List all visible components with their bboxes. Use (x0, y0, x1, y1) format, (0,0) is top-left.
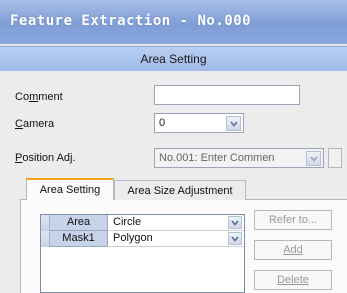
mask-shape-value: Polygon (113, 232, 153, 244)
title-bar[interactable]: Feature Extraction - No.000 (0, 0, 347, 44)
camera-label: Camera (15, 118, 55, 130)
area-name-cell: Area (50, 215, 108, 231)
position-adj-select[interactable]: No.001: Enter Commen (154, 148, 324, 168)
row-header[interactable] (41, 231, 50, 247)
row-header[interactable] (41, 215, 50, 231)
mask-name-cell: Mask1 (50, 231, 108, 247)
comment-label: Comment (15, 91, 63, 103)
chevron-down-icon[interactable] (228, 232, 242, 245)
table-row[interactable]: Mask1 Polygon (41, 231, 244, 247)
refer-to-button[interactable]: Refer to... (254, 210, 332, 230)
chevron-down-icon[interactable] (228, 216, 242, 229)
camera-select[interactable]: 0 (154, 113, 244, 133)
window-title: Feature Extraction - No.000 (10, 13, 252, 29)
section-header: Area Setting (0, 46, 347, 72)
tab-area-setting[interactable]: Area Setting (26, 178, 114, 200)
area-shape-select[interactable]: Circle (109, 215, 244, 231)
area-grid: Area Circle Mask1 Polygon (40, 214, 245, 293)
chevron-down-icon[interactable] (226, 116, 241, 131)
area-shape-value: Circle (113, 216, 142, 228)
camera-value: 0 (159, 117, 166, 129)
add-button[interactable]: Add (254, 240, 332, 260)
chevron-down-icon[interactable] (306, 151, 321, 166)
position-adj-settings-button[interactable] (328, 148, 342, 168)
tab-area-size-adjustment[interactable]: Area Size Adjustment (114, 180, 246, 200)
position-adj-label: Position Adj. (15, 152, 76, 164)
mask-shape-select[interactable]: Polygon (109, 231, 244, 247)
table-row[interactable]: Area Circle (41, 215, 244, 231)
feature-extraction-window: Feature Extraction - No.000 Area Setting… (0, 0, 347, 293)
delete-button[interactable]: Delete (254, 270, 332, 290)
position-adj-value: No.001: Enter Commen (159, 152, 275, 164)
comment-input[interactable] (154, 85, 300, 105)
